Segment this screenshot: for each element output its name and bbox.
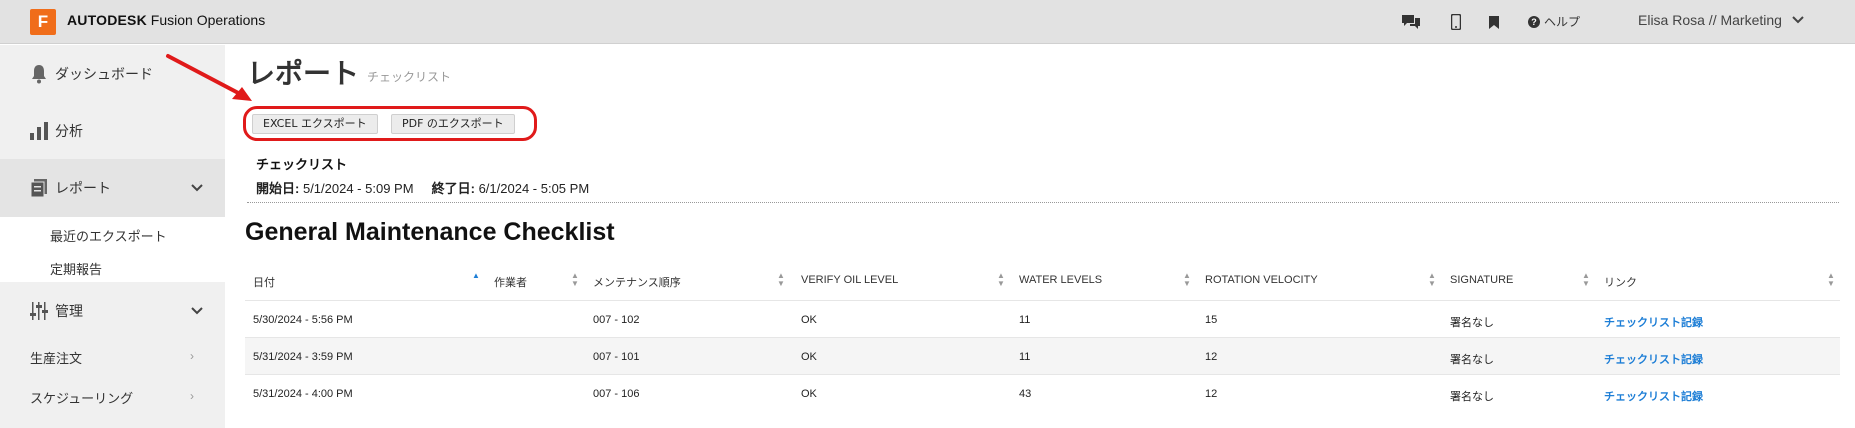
brand-product: Fusion Operations	[150, 12, 266, 28]
cell-oil-level: OK	[801, 351, 817, 363]
start-date-value: 5/1/2024 - 5:09 PM	[302, 181, 414, 196]
sidebar-subitem-scheduled-reports[interactable]: 定期報告	[50, 259, 102, 278]
sidebar-subitem-recent-exports[interactable]: 最近のエクスポート	[50, 226, 167, 245]
brand-autodesk: AUTODESK	[67, 12, 147, 28]
cell-maintenance-order: 007 - 106	[593, 388, 640, 400]
cell-signature: 署名なし	[1450, 354, 1494, 366]
column-header-worker[interactable]: 作業者	[494, 274, 527, 290]
table-header: 日付 ▲ 作業者 ▲ ▼ メンテナンス順序 ▲ ▼ VERIFY OIL LEVEL…	[245, 272, 1840, 290]
cell-signature: 署名なし	[1450, 317, 1494, 329]
column-header-date[interactable]: 日付	[253, 274, 275, 290]
sort-icon[interactable]: ▲ ▼	[777, 272, 785, 288]
column-header-link[interactable]: リンク	[1604, 274, 1637, 290]
help-link[interactable]: ? ヘルプ	[1528, 13, 1580, 30]
sort-icon[interactable]: ▲ ▼	[997, 272, 1005, 288]
divider	[247, 202, 1839, 203]
sidebar-item-analytics[interactable]: 分析	[0, 102, 225, 159]
cell-water-levels: 11	[1019, 351, 1031, 363]
table-row: 5/30/2024 - 5:56 PM 007 - 102 OK 11 15 署…	[245, 300, 1840, 337]
checklist-record-link[interactable]: チェックリスト記録	[1604, 351, 1703, 367]
chevron-down-icon	[191, 304, 203, 318]
report-submenu: 最近のエクスポート 定期報告	[0, 217, 225, 282]
brand-name: AUTODESK Fusion Operations	[67, 12, 265, 28]
chevron-right-icon: ›	[190, 349, 194, 363]
column-header-signature[interactable]: SIGNATURE	[1450, 274, 1513, 286]
sort-icon[interactable]: ▲ ▼	[1428, 272, 1436, 288]
start-date-label: 開始日:	[256, 181, 300, 196]
column-header-verify-oil-level[interactable]: VERIFY OIL LEVEL	[801, 274, 898, 286]
sidebar-item-label: レポート	[55, 180, 111, 196]
user-label: Elisa Rosa // Marketing	[1638, 12, 1782, 28]
info-title: チェックリスト	[256, 157, 348, 172]
table-row: 5/31/2024 - 3:59 PM 007 - 101 OK 11 12 署…	[245, 337, 1840, 374]
sidebar-item-label: 分析	[55, 122, 83, 139]
column-header-maintenance-order[interactable]: メンテナンス順序	[593, 274, 681, 290]
table-row: 5/31/2024 - 4:00 PM 007 - 106 OK 43 12 署…	[245, 374, 1840, 411]
sort-asc-icon[interactable]: ▲	[472, 272, 480, 280]
cell-date: 5/30/2024 - 5:56 PM	[253, 314, 353, 326]
user-menu[interactable]: Elisa Rosa // Marketing	[1638, 12, 1804, 28]
sidebar-item-label: ダッシュボード	[55, 65, 153, 82]
sidebar-item-label: スケジューリング	[30, 391, 134, 406]
cell-date: 5/31/2024 - 3:59 PM	[253, 351, 353, 363]
sort-icon[interactable]: ▲ ▼	[1582, 272, 1590, 288]
chevron-down-icon	[191, 181, 203, 195]
cell-maintenance-order: 007 - 102	[593, 314, 640, 326]
cell-rotation-velocity: 12	[1205, 388, 1218, 400]
fusion-logo[interactable]: F	[30, 9, 56, 35]
sort-icon[interactable]: ▲ ▼	[571, 272, 579, 288]
column-header-water-levels[interactable]: WATER LEVELS	[1019, 274, 1102, 286]
help-icon: ?	[1528, 15, 1540, 28]
bookmark-icon[interactable]	[1487, 10, 1501, 34]
sort-icon[interactable]: ▲ ▼	[1827, 272, 1835, 288]
cell-oil-level: OK	[801, 314, 817, 326]
cell-oil-level: OK	[801, 388, 817, 400]
cell-maintenance-order: 007 - 101	[593, 351, 640, 363]
bell-icon	[28, 63, 50, 85]
checklist-title: General Maintenance Checklist	[245, 218, 615, 246]
checklist-record-link[interactable]: チェックリスト記録	[1604, 314, 1703, 330]
sidebar-item-label: 生産注文	[30, 351, 83, 366]
chevron-down-icon	[1792, 16, 1804, 24]
excel-export-button[interactable]: EXCEL エクスポート	[252, 114, 378, 134]
sidebar-item-reports[interactable]: レポート	[0, 159, 225, 217]
mobile-icon[interactable]	[1448, 10, 1464, 34]
page-subtitle: チェックリスト	[367, 70, 452, 84]
report-icon	[28, 177, 50, 199]
cell-date: 5/31/2024 - 4:00 PM	[253, 388, 353, 400]
page-title: レポート	[247, 58, 360, 89]
chevron-right-icon: ›	[190, 389, 194, 403]
cell-rotation-velocity: 12	[1205, 351, 1218, 363]
chat-icon[interactable]	[1398, 10, 1424, 34]
cell-water-levels: 43	[1019, 388, 1032, 400]
top-bar: F AUTODESK Fusion Operations ? ヘルプ Elisa…	[0, 0, 1855, 44]
bar-chart-icon	[28, 120, 50, 142]
sort-icon[interactable]: ▲ ▼	[1183, 272, 1191, 288]
sidebar-item-scheduling[interactable]: スケジューリング ›	[0, 380, 225, 420]
sidebar-item-label: 管理	[55, 303, 83, 319]
cell-water-levels: 11	[1019, 314, 1031, 326]
sidebar-item-production-orders[interactable]: 生産注文 ›	[0, 340, 225, 380]
end-date-label: 終了日:	[431, 181, 475, 196]
cell-signature: 署名なし	[1450, 391, 1494, 403]
column-header-rotation-velocity[interactable]: ROTATION VELOCITY	[1205, 274, 1318, 286]
checklist-record-link[interactable]: チェックリスト記録	[1604, 388, 1703, 404]
sidebar-item-admin[interactable]: 管理	[0, 282, 225, 340]
end-date-value: 6/1/2024 - 5:05 PM	[478, 181, 590, 196]
date-range: 開始日: 5/1/2024 - 5:09 PM 終了日: 6/1/2024 - …	[256, 178, 589, 197]
sliders-icon	[28, 300, 50, 322]
pdf-export-button[interactable]: PDF のエクスポート	[391, 114, 515, 134]
arrow-annotation	[166, 54, 252, 101]
cell-rotation-velocity: 15	[1205, 314, 1218, 326]
help-label: ヘルプ	[1544, 15, 1581, 29]
